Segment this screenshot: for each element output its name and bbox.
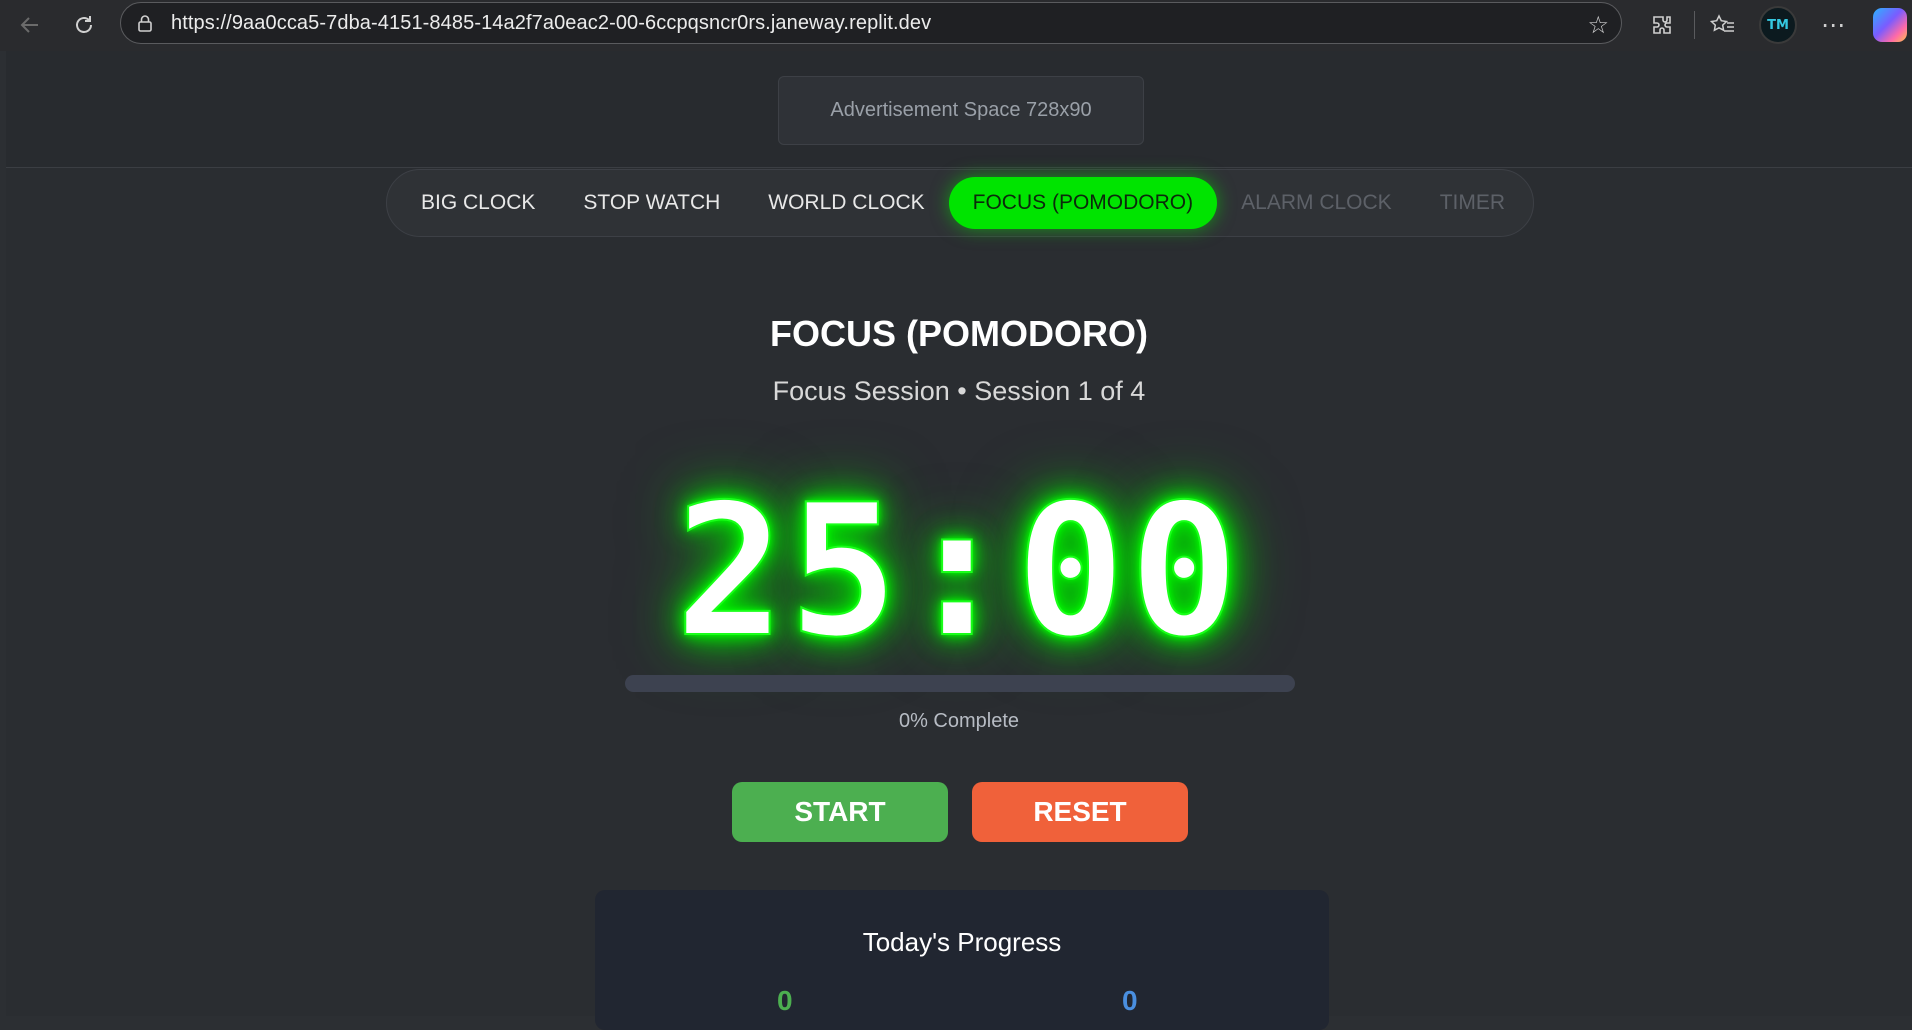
page-viewport: Advertisement Space 728x90 BIG CLOCK STO…: [6, 51, 1912, 1030]
tab-focus-pomodoro[interactable]: FOCUS (POMODORO): [948, 177, 1218, 229]
favorite-star-icon[interactable]: ☆: [1587, 11, 1609, 39]
copilot-icon[interactable]: [1873, 8, 1907, 42]
toolbar-divider: [1694, 11, 1695, 39]
minutes-count: 0: [1122, 985, 1138, 1016]
ad-placeholder: Advertisement Space 728x90: [778, 76, 1144, 145]
tab-world-clock[interactable]: WORLD CLOCK: [744, 177, 948, 229]
reset-button[interactable]: RESET: [972, 782, 1188, 842]
progress-label: 0% Complete: [898, 710, 1020, 732]
favorites-icon[interactable]: [1701, 3, 1745, 47]
tab-big-clock[interactable]: BIG CLOCK: [397, 177, 559, 229]
back-arrow-icon[interactable]: [8, 3, 52, 47]
address-bar[interactable]: https://9aa0cca5-7dba-4151-8485-14a2f7a0…: [120, 2, 1622, 44]
page-title: FOCUS (POMODORO): [770, 313, 1148, 354]
tab-timer[interactable]: TIMER: [1416, 177, 1529, 229]
countdown-display: 25:00: [674, 465, 1243, 677]
ad-banner-area: Advertisement Space 728x90: [6, 51, 1912, 168]
sessions-count: 0: [777, 985, 793, 1016]
tab-stop-watch[interactable]: STOP WATCH: [559, 177, 744, 229]
session-subtitle: Focus Session • Session 1 of 4: [772, 376, 1146, 406]
profile-avatar[interactable]: TM: [1759, 6, 1797, 44]
start-button[interactable]: START: [732, 782, 948, 842]
stats-title: Today's Progress: [862, 927, 1062, 957]
mode-tabs: BIG CLOCK STOP WATCH WORLD CLOCK FOCUS (…: [386, 169, 1534, 237]
url-text[interactable]: https://9aa0cca5-7dba-4151-8485-14a2f7a0…: [171, 12, 931, 35]
progress-bar: [625, 675, 1295, 692]
tab-alarm-clock[interactable]: ALARM CLOCK: [1217, 177, 1416, 229]
site-info-icon[interactable]: [135, 13, 155, 33]
browser-toolbar: https://9aa0cca5-7dba-4151-8485-14a2f7a0…: [0, 0, 1912, 51]
reload-icon[interactable]: [62, 3, 106, 47]
todays-progress-card: Today's Progress 0 0: [595, 890, 1329, 1030]
more-options-icon[interactable]: ⋯: [1811, 3, 1855, 47]
extensions-icon[interactable]: [1640, 3, 1684, 47]
